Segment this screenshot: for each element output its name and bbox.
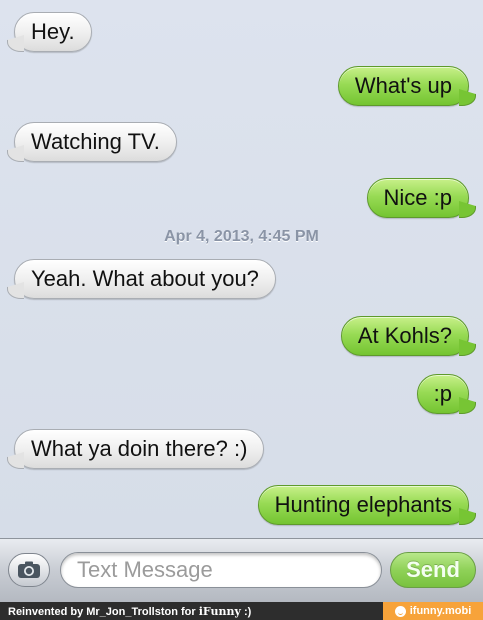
outgoing-message-bubble[interactable]: :p <box>416 374 469 414</box>
message-row: Hunting elephants <box>0 485 483 529</box>
message-row: :p <box>0 374 483 418</box>
outgoing-message-bubble[interactable]: What's up <box>337 66 469 106</box>
message-row: Watching TV. <box>0 122 483 166</box>
message-row: Nice :p <box>0 178 483 222</box>
watermark-badge: ifunny.mobi <box>383 602 483 620</box>
camera-button[interactable] <box>8 553 50 587</box>
incoming-message-bubble[interactable]: What ya doin there? :) <box>14 429 265 469</box>
watermark-text: ifunny.mobi <box>409 605 472 617</box>
message-row: What's up <box>0 66 483 110</box>
message-row: At Kohls? <box>0 316 483 360</box>
incoming-message-bubble[interactable]: Hey. <box>14 12 92 52</box>
credit-suffix: :) <box>240 605 252 618</box>
credit-text: Reinvented by Mr_Jon_Trollston for iFunn… <box>0 605 251 618</box>
outgoing-message-bubble[interactable]: Hunting elephants <box>257 485 469 525</box>
message-row: What ya doin there? :) <box>0 429 483 473</box>
outgoing-message-bubble[interactable]: Nice :p <box>366 178 469 218</box>
footer-credit-bar: Reinvented by Mr_Jon_Trollston for iFunn… <box>0 602 483 620</box>
send-button[interactable]: Send <box>390 552 476 588</box>
incoming-message-bubble[interactable]: Yeah. What about you? <box>14 259 276 299</box>
message-row: Hey. <box>0 12 483 56</box>
camera-icon <box>18 561 40 578</box>
message-row: Yeah. What about you? <box>0 259 483 303</box>
incoming-message-bubble[interactable]: Watching TV. <box>14 122 177 162</box>
credit-brand: iFunny <box>198 604 241 618</box>
message-thread: Hey. What's up Watching TV. Nice :p Apr … <box>0 0 483 538</box>
text-message-input[interactable] <box>60 552 382 588</box>
conversation-timestamp: Apr 4, 2013, 4:45 PM <box>164 228 319 245</box>
credit-prefix: Reinvented by Mr_Jon_Trollston for <box>8 605 199 618</box>
outgoing-message-bubble[interactable]: At Kohls? <box>340 316 469 356</box>
smiley-icon <box>394 605 406 617</box>
message-input-bar: Send <box>0 538 483 602</box>
